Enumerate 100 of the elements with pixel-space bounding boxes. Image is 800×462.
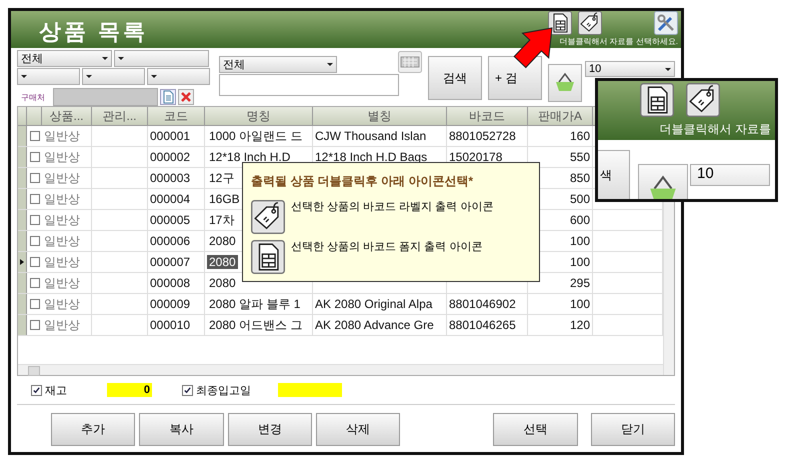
barcode-sheet-icon bbox=[639, 83, 675, 117]
checkbox[interactable] bbox=[182, 384, 193, 396]
column-header[interactable]: 상품... bbox=[42, 107, 92, 125]
keyboard-icon[interactable] bbox=[398, 50, 422, 72]
search-field[interactable] bbox=[219, 74, 399, 96]
hint-text: 더블클릭해서 자료를 bbox=[660, 121, 771, 138]
pointer-arrow bbox=[512, 26, 554, 70]
total-value: 0 bbox=[107, 383, 152, 397]
row-checkbox[interactable] bbox=[30, 299, 40, 309]
dropdown[interactable]: 전체 bbox=[17, 50, 112, 67]
row-checkbox[interactable] bbox=[30, 278, 40, 288]
table-cell: 일반상 bbox=[44, 148, 80, 166]
table-cell-text: 2080 bbox=[208, 276, 237, 290]
row-checkbox[interactable] bbox=[30, 131, 40, 141]
table-cell: 000010 bbox=[150, 318, 190, 332]
table-cell: 일반상 bbox=[44, 296, 80, 312]
row-checkbox[interactable] bbox=[30, 194, 40, 204]
basket-button[interactable] bbox=[548, 64, 582, 102]
callout-title: 출력될 상품 더블클릭후 아래 아이콘선택* bbox=[251, 173, 474, 190]
table-cell: 600 bbox=[570, 213, 590, 227]
supplier-field[interactable] bbox=[53, 88, 158, 106]
table-cell: 850 bbox=[570, 171, 590, 185]
table-cell-text: 12구 bbox=[208, 170, 236, 186]
table-cell: 000007 bbox=[150, 255, 190, 269]
tag-icon bbox=[251, 200, 285, 234]
table-cell: 000006 bbox=[150, 234, 190, 248]
supplier-label: 구매처 bbox=[20, 92, 46, 102]
table-cell: 295 bbox=[570, 276, 590, 290]
dropdown[interactable]: 전체 bbox=[219, 56, 337, 73]
barcode-sheet-icon[interactable] bbox=[548, 11, 572, 35]
row-checkbox[interactable] bbox=[30, 320, 40, 330]
table-cell: 120 bbox=[570, 318, 590, 332]
table-cell: 000008 bbox=[150, 276, 190, 290]
table-cell: 100 bbox=[570, 255, 590, 269]
table-cell: 500 bbox=[570, 192, 590, 206]
row-checkbox[interactable] bbox=[30, 173, 40, 183]
table-cell: 100 bbox=[570, 297, 590, 311]
tag-icon[interactable] bbox=[578, 11, 602, 35]
action-button[interactable]: 선택 bbox=[493, 413, 578, 446]
column-header[interactable]: 판매가A bbox=[528, 107, 593, 125]
column-header[interactable]: 바코드 bbox=[447, 107, 528, 125]
total-label: 최종입고일 bbox=[196, 384, 252, 398]
table-cell: 550 bbox=[570, 150, 590, 164]
table-cell: 일반상 bbox=[44, 170, 80, 186]
row-checkbox[interactable] bbox=[30, 257, 40, 267]
table-cell: 일반상 bbox=[44, 128, 80, 144]
row-checkbox[interactable] bbox=[30, 236, 40, 246]
table-cell: 000001 bbox=[150, 129, 190, 143]
checkbox[interactable] bbox=[31, 384, 42, 396]
column-header[interactable]: 별칭 bbox=[313, 107, 447, 125]
column-header[interactable]: 코드 bbox=[148, 107, 205, 125]
table-cell: 8801046902 bbox=[449, 297, 516, 311]
action-button[interactable]: 닫기 bbox=[590, 413, 676, 446]
table-cell-text: 1000 아일랜드 드 bbox=[208, 128, 304, 144]
delete-icon[interactable] bbox=[178, 89, 194, 105]
table-cell: AK 2080 Advance Gre bbox=[315, 318, 434, 332]
table-cell: 일반상 bbox=[44, 232, 80, 250]
action-button[interactable]: 복사 bbox=[139, 413, 224, 446]
table-cell: 000005 bbox=[150, 213, 190, 227]
table-cell: 000002 bbox=[150, 150, 190, 164]
table-cell: 일반상 bbox=[44, 316, 80, 334]
table-cell: 8801046265 bbox=[449, 318, 516, 332]
search-button[interactable]: 색 bbox=[598, 150, 630, 199]
total-label: 재고 bbox=[45, 384, 68, 398]
basket-button[interactable] bbox=[638, 164, 688, 199]
row-checkbox[interactable] bbox=[30, 215, 40, 225]
table-cell-text: 2080 bbox=[208, 234, 237, 248]
callout-text: 선택한 상품의 바코드 폼지 출력 아이콘 bbox=[291, 240, 484, 255]
table-cell: 일반상 bbox=[44, 190, 80, 208]
action-button[interactable]: 변경 bbox=[228, 413, 312, 446]
column-header[interactable]: 관리... bbox=[92, 107, 148, 125]
table-cell: 2080 bbox=[207, 255, 238, 269]
action-button[interactable]: 추가 bbox=[51, 413, 136, 446]
tools-icon[interactable] bbox=[654, 11, 678, 35]
table-cell: 일반상 bbox=[44, 212, 80, 228]
table-cell: 100 bbox=[570, 234, 590, 248]
table-cell-text: 2080 어드밴스 그 bbox=[208, 316, 304, 334]
column-header[interactable]: 명칭 bbox=[205, 107, 313, 125]
table-cell: 160 bbox=[570, 129, 590, 143]
table-cell: 일반상 bbox=[44, 274, 80, 292]
table-cell: 000009 bbox=[150, 297, 190, 311]
table-cell: 8801052728 bbox=[449, 129, 516, 143]
table-cell-text: 2080 알파 블루 1 bbox=[208, 296, 302, 312]
count-dropdown[interactable]: 10 bbox=[585, 61, 675, 77]
add-search-button[interactable]: + 검 bbox=[488, 56, 542, 100]
barcode-sheet-icon bbox=[251, 240, 285, 274]
table-cell-text: 16GB bbox=[208, 192, 241, 206]
action-button[interactable]: 삭제 bbox=[316, 413, 400, 446]
search-button[interactable]: 검색 bbox=[428, 56, 482, 100]
tag-icon bbox=[685, 83, 721, 117]
total-value bbox=[278, 383, 342, 397]
callout-text: 선택한 상품의 바코드 라벨지 출력 아이콘 bbox=[291, 200, 494, 215]
count-dropdown[interactable]: 10 bbox=[690, 164, 770, 186]
table-cell: 일반상 bbox=[44, 254, 80, 270]
row-checkbox[interactable] bbox=[30, 152, 40, 162]
horizontal-scrollbar[interactable] bbox=[18, 364, 663, 375]
document-icon[interactable] bbox=[160, 89, 176, 105]
table-cell: 000003 bbox=[150, 171, 190, 185]
hint-text: 더블클릭해서 자료를 선택하세요. bbox=[559, 36, 678, 47]
table-cell-text: 17차 bbox=[208, 212, 236, 228]
